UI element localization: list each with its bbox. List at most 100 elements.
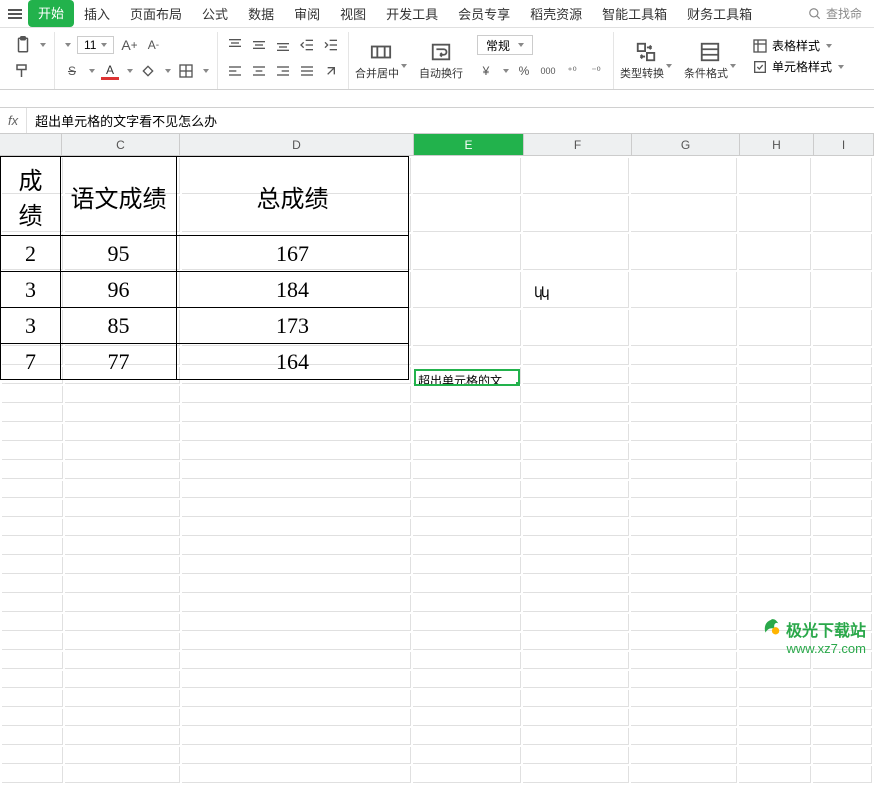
cell[interactable] (813, 481, 872, 498)
cell[interactable] (739, 519, 811, 536)
menu-tab-7[interactable]: 开发工具 (376, 0, 448, 27)
cell[interactable] (631, 595, 737, 612)
cell[interactable] (2, 405, 63, 422)
cell[interactable] (813, 405, 872, 422)
cell[interactable] (2, 595, 63, 612)
cell[interactable] (523, 158, 629, 194)
cell[interactable] (813, 576, 872, 593)
currency-icon[interactable]: ¥ (477, 62, 495, 80)
cell[interactable] (2, 709, 63, 726)
cell[interactable] (813, 690, 872, 707)
cell[interactable] (523, 652, 629, 669)
col-header-F[interactable]: F (524, 134, 632, 155)
table-cell[interactable]: 85 (61, 308, 177, 344)
cell[interactable] (739, 386, 811, 403)
cell[interactable] (739, 196, 811, 232)
cell[interactable] (813, 272, 872, 308)
cell[interactable] (65, 462, 181, 479)
table-cell[interactable]: 3 (1, 272, 61, 308)
cell[interactable] (739, 234, 811, 270)
cell[interactable] (413, 500, 521, 517)
cell[interactable] (631, 500, 737, 517)
cell[interactable] (631, 538, 737, 555)
data-table[interactable]: 成绩语文成绩总成绩295167396184385173777164 (0, 156, 409, 380)
cell[interactable] (65, 671, 181, 688)
menu-tab-2[interactable]: 页面布局 (120, 0, 192, 27)
merge-center-button[interactable]: 合并居中 (349, 32, 413, 89)
cell[interactable] (739, 481, 811, 498)
search-box[interactable]: 查找命 (808, 5, 870, 22)
cell[interactable] (523, 766, 629, 783)
table-cell[interactable]: 3 (1, 308, 61, 344)
cell[interactable] (2, 747, 63, 764)
table-cell[interactable]: 96 (61, 272, 177, 308)
spreadsheet[interactable]: CDEFGHI 成绩语文成绩总成绩29516739618438517377716… (0, 134, 874, 156)
cell[interactable] (413, 310, 521, 346)
cell[interactable] (413, 481, 521, 498)
thousands-icon[interactable]: 000 (539, 62, 557, 80)
cell[interactable] (413, 766, 521, 783)
dropdown-icon[interactable] (203, 69, 209, 73)
table-cell[interactable]: 167 (177, 236, 409, 272)
dropdown-icon[interactable] (89, 69, 95, 73)
col-header-I[interactable]: I (814, 134, 874, 155)
cell[interactable] (523, 519, 629, 536)
cell[interactable] (65, 728, 181, 745)
cell[interactable] (182, 576, 411, 593)
cell[interactable] (523, 728, 629, 745)
cell[interactable] (182, 633, 411, 650)
cell[interactable] (182, 538, 411, 555)
cell[interactable] (523, 367, 629, 384)
cell[interactable] (2, 652, 63, 669)
cell[interactable] (631, 405, 737, 422)
justify-icon[interactable] (298, 62, 316, 80)
cell[interactable] (413, 690, 521, 707)
cell[interactable] (523, 462, 629, 479)
menu-tab-0[interactable]: 开始 (28, 0, 74, 27)
cell[interactable] (182, 709, 411, 726)
increase-indent-icon[interactable] (322, 36, 340, 54)
cell[interactable] (523, 538, 629, 555)
cell[interactable] (65, 633, 181, 650)
cell[interactable] (631, 766, 737, 783)
dropdown-icon[interactable] (127, 69, 133, 73)
cell[interactable] (413, 747, 521, 764)
col-header-E[interactable]: E (414, 134, 524, 155)
cell[interactable] (182, 481, 411, 498)
cell[interactable] (813, 367, 872, 384)
cell[interactable] (523, 405, 629, 422)
cell[interactable] (631, 728, 737, 745)
cell[interactable] (65, 766, 181, 783)
cell[interactable] (65, 519, 181, 536)
cell[interactable] (413, 519, 521, 536)
cell[interactable] (813, 234, 872, 270)
cell[interactable] (413, 386, 521, 403)
cell[interactable] (65, 690, 181, 707)
cell[interactable] (813, 671, 872, 688)
cell[interactable] (813, 557, 872, 574)
cell[interactable] (65, 538, 181, 555)
cell[interactable] (182, 766, 411, 783)
cell[interactable] (739, 272, 811, 308)
cell[interactable] (523, 709, 629, 726)
cell[interactable] (182, 728, 411, 745)
align-top-icon[interactable] (226, 36, 244, 54)
align-left-icon[interactable] (226, 62, 244, 80)
cell-style-button[interactable]: 单元格样式 (748, 57, 848, 76)
menu-tab-6[interactable]: 视图 (330, 0, 376, 27)
cell[interactable] (631, 690, 737, 707)
align-center-icon[interactable] (250, 62, 268, 80)
menu-tab-3[interactable]: 公式 (192, 0, 238, 27)
increase-font-icon[interactable]: A+ (120, 36, 138, 54)
cell[interactable] (813, 386, 872, 403)
cell[interactable] (182, 614, 411, 631)
cell[interactable] (65, 576, 181, 593)
decrease-indent-icon[interactable] (298, 36, 316, 54)
cell[interactable] (65, 424, 181, 441)
cell[interactable] (523, 690, 629, 707)
wrap-text-button[interactable]: 自动换行 (413, 32, 469, 89)
cell[interactable] (813, 500, 872, 517)
cell[interactable] (739, 766, 811, 783)
cell[interactable] (739, 747, 811, 764)
table-cell[interactable]: 164 (177, 344, 409, 380)
